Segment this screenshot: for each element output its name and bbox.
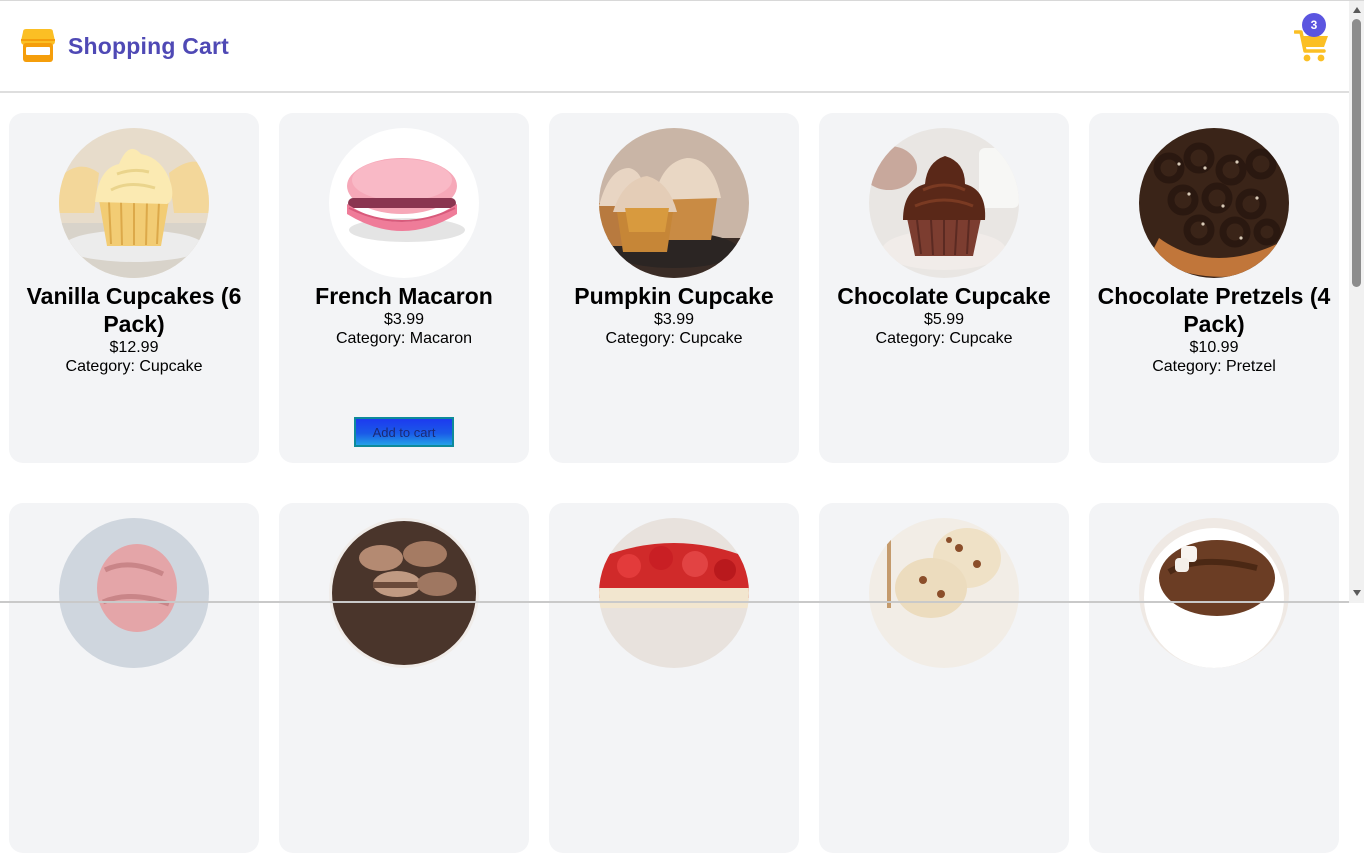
product-category: Category: Cupcake	[65, 358, 203, 375]
strawberry-ice-cream-image	[59, 518, 209, 668]
strawberry-cheesecake-image	[599, 518, 749, 668]
product-card[interactable]	[9, 503, 259, 853]
product-name: Chocolate Cupcake	[837, 283, 1051, 309]
product-price: $3.99	[653, 311, 695, 328]
scroll-down-arrow-icon[interactable]	[1353, 590, 1361, 596]
storefront-icon	[21, 29, 55, 62]
product-card[interactable]: Pumpkin Cupcake $3.99 Category: Cupcake	[549, 113, 799, 463]
page-title: Shopping Cart	[68, 32, 230, 59]
viewport-bottom-border	[0, 601, 1349, 603]
cart-count-badge: 3	[1302, 13, 1326, 37]
pumpkin-cupcake-image	[599, 128, 749, 278]
chocolate-cupcake-image	[869, 128, 1019, 278]
product-card[interactable]	[1089, 503, 1339, 853]
product-card[interactable]	[279, 503, 529, 853]
app-header: Shopping Cart 3	[0, 1, 1349, 93]
product-name: French Macaron	[315, 283, 493, 309]
product-category: Category: Cupcake	[605, 330, 743, 347]
vanilla-cupcake-image	[59, 128, 209, 278]
chocolate-pretzels-image	[1139, 128, 1289, 278]
chocolate-macarons-image	[329, 518, 479, 668]
product-card[interactable]: Chocolate Pretzels (4 Pack) $10.99 Categ…	[1089, 113, 1339, 463]
pink-macaron-image	[329, 128, 479, 278]
product-category: Category: Macaron	[335, 330, 473, 347]
add-to-cart-button[interactable]: Add to cart	[354, 417, 454, 447]
product-card[interactable]	[549, 503, 799, 853]
product-card[interactable]: Vanilla Cupcakes (6 Pack) $12.99 Categor…	[9, 113, 259, 463]
product-grid: Vanilla Cupcakes (6 Pack) $12.99 Categor…	[9, 113, 1349, 853]
scrollbar-thumb[interactable]	[1352, 19, 1361, 287]
scroll-up-arrow-icon[interactable]	[1353, 7, 1361, 13]
chocolate-ice-cream-image	[1139, 518, 1289, 668]
product-price: $12.99	[109, 339, 159, 356]
product-name: Vanilla Cupcakes (6 Pack)	[26, 283, 242, 337]
product-category: Category: Pretzel	[1152, 358, 1276, 375]
brand: Shopping Cart	[19, 27, 229, 65]
product-name: Chocolate Pretzels (4 Pack)	[1097, 283, 1331, 337]
product-name: Pumpkin Cupcake	[574, 283, 774, 309]
product-card[interactable]	[819, 503, 1069, 853]
product-category: Category: Cupcake	[875, 330, 1013, 347]
vertical-scrollbar[interactable]	[1349, 1, 1364, 603]
product-card[interactable]: Chocolate Cupcake $5.99 Category: Cupcak…	[819, 113, 1069, 463]
cart-button[interactable]: 3	[1294, 13, 1334, 63]
product-price: $3.99	[383, 311, 425, 328]
product-price: $10.99	[1189, 339, 1239, 356]
product-price: $5.99	[923, 311, 965, 328]
pecan-ice-cream-image	[869, 518, 1019, 668]
product-card[interactable]: French Macaron $3.99 Category: Macaron A…	[279, 113, 529, 463]
